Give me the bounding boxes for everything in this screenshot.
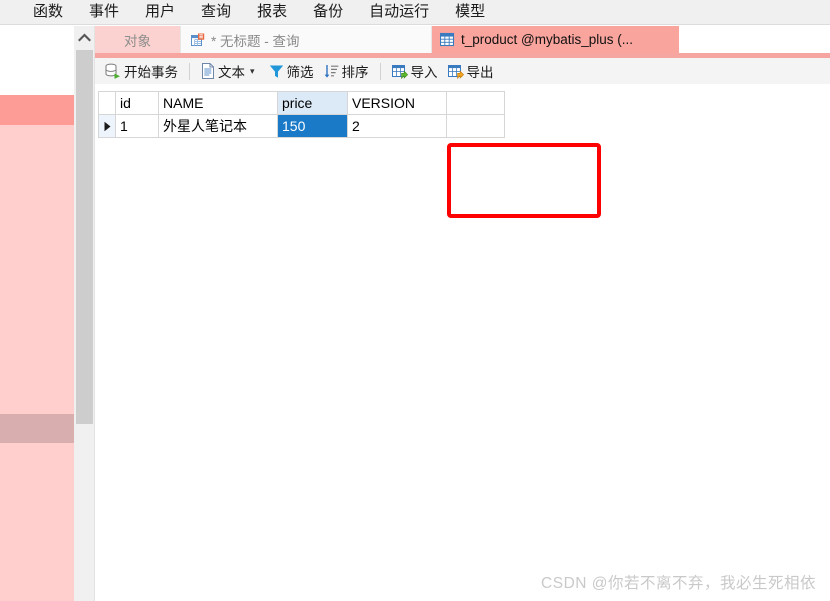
cell-blank[interactable] <box>446 114 505 138</box>
sidebar-band-dusty <box>0 414 74 443</box>
toolbar-separator-2 <box>379 62 381 80</box>
current-row-arrow-icon <box>98 114 116 138</box>
filter-button-label: 筛选 <box>286 65 314 80</box>
tab-strip: 对象 * 无标题 - 查询 t_product @mybatis_plus (. <box>95 26 830 58</box>
tab-t-product-label: t_product @mybatis_plus (... <box>461 32 634 47</box>
begin-transaction-button[interactable]: 开始事务 <box>100 60 183 82</box>
column-header-selector <box>98 91 116 115</box>
menu-item-report[interactable]: 报表 <box>244 0 300 24</box>
tab-object-label: 对象 <box>124 33 151 49</box>
begin-transaction-icon <box>105 63 121 79</box>
query-window-icon <box>191 33 205 47</box>
column-header-name[interactable]: NAME <box>158 91 278 115</box>
tab-untitled-query-label: * 无标题 - 查询 <box>211 33 300 49</box>
cell-id[interactable]: 1 <box>115 114 159 138</box>
menu-bar: 函数 事件 用户 查询 报表 备份 自动运行 模型 <box>0 0 830 25</box>
column-header-id[interactable]: id <box>115 91 159 115</box>
table-grid-icon <box>440 32 455 47</box>
result-grid-workspace: 开始事务 文本 ▾ 筛选 排序 导入 导出 id NAME price VERS… <box>95 58 830 601</box>
tab-untitled-query[interactable]: * 无标题 - 查询 <box>180 26 432 53</box>
import-button[interactable]: 导入 <box>387 60 443 82</box>
menu-item-model[interactable]: 模型 <box>442 0 498 24</box>
watermark: CSDN @你若不离不弃，我必生死相依 <box>541 575 816 592</box>
filter-button[interactable]: 筛选 <box>264 60 319 82</box>
grid-header-row: id NAME price VERSION <box>98 91 505 115</box>
tab-object[interactable]: 对象 <box>95 26 180 53</box>
sort-button-label: 排序 <box>341 65 369 80</box>
export-button[interactable]: 导出 <box>443 60 499 82</box>
text-document-icon <box>201 63 215 79</box>
menu-item-query[interactable]: 查询 <box>188 0 244 24</box>
text-button-label: 文本 <box>218 65 245 80</box>
scrollbar-thumb[interactable] <box>76 50 93 424</box>
tab-t-product[interactable]: t_product @mybatis_plus (... <box>432 26 679 53</box>
filter-funnel-icon <box>269 64 284 79</box>
sidebar-band-salmon <box>0 95 74 125</box>
grid-toolbar: 开始事务 文本 ▾ 筛选 排序 导入 导出 <box>95 58 830 84</box>
data-grid[interactable]: id NAME price VERSION 1 外星人笔记本 150 2 <box>98 91 505 138</box>
begin-transaction-label: 开始事务 <box>124 65 178 80</box>
chevron-down-icon[interactable]: ▾ <box>250 66 255 76</box>
export-button-label: 导出 <box>466 65 494 80</box>
menu-item-function[interactable]: 函数 <box>20 0 76 24</box>
table-row[interactable]: 1 外星人笔记本 150 2 <box>98 114 505 138</box>
column-header-blank[interactable] <box>446 91 505 115</box>
sort-descending-icon <box>324 64 339 79</box>
menu-item-event[interactable]: 事件 <box>76 0 132 24</box>
export-icon <box>447 64 464 79</box>
column-header-version[interactable]: VERSION <box>347 91 447 115</box>
menu-item-backup[interactable]: 备份 <box>300 0 356 24</box>
menu-item-user[interactable]: 用户 <box>132 0 188 24</box>
cell-version[interactable]: 2 <box>347 114 447 138</box>
annotation-rectangle <box>447 143 601 218</box>
sidebar-band-pink-2 <box>0 443 74 601</box>
sort-button[interactable]: 排序 <box>319 60 374 82</box>
cell-price[interactable]: 150 <box>277 114 348 138</box>
scroll-up-button[interactable] <box>74 26 94 48</box>
chevron-up-icon <box>77 33 91 42</box>
cell-name[interactable]: 外星人笔记本 <box>158 114 278 138</box>
sidebar-band-pink-1 <box>0 125 74 414</box>
import-button-label: 导入 <box>410 65 438 80</box>
sidebar-band-white <box>0 26 74 95</box>
import-icon <box>391 64 408 79</box>
object-pane <box>0 26 74 601</box>
text-button[interactable]: 文本 ▾ <box>196 60 260 82</box>
column-header-price[interactable]: price <box>277 91 348 115</box>
toolbar-separator-1 <box>189 62 190 80</box>
sidebar-scrollbar[interactable] <box>74 26 95 601</box>
menu-item-autorun[interactable]: 自动运行 <box>356 0 442 24</box>
